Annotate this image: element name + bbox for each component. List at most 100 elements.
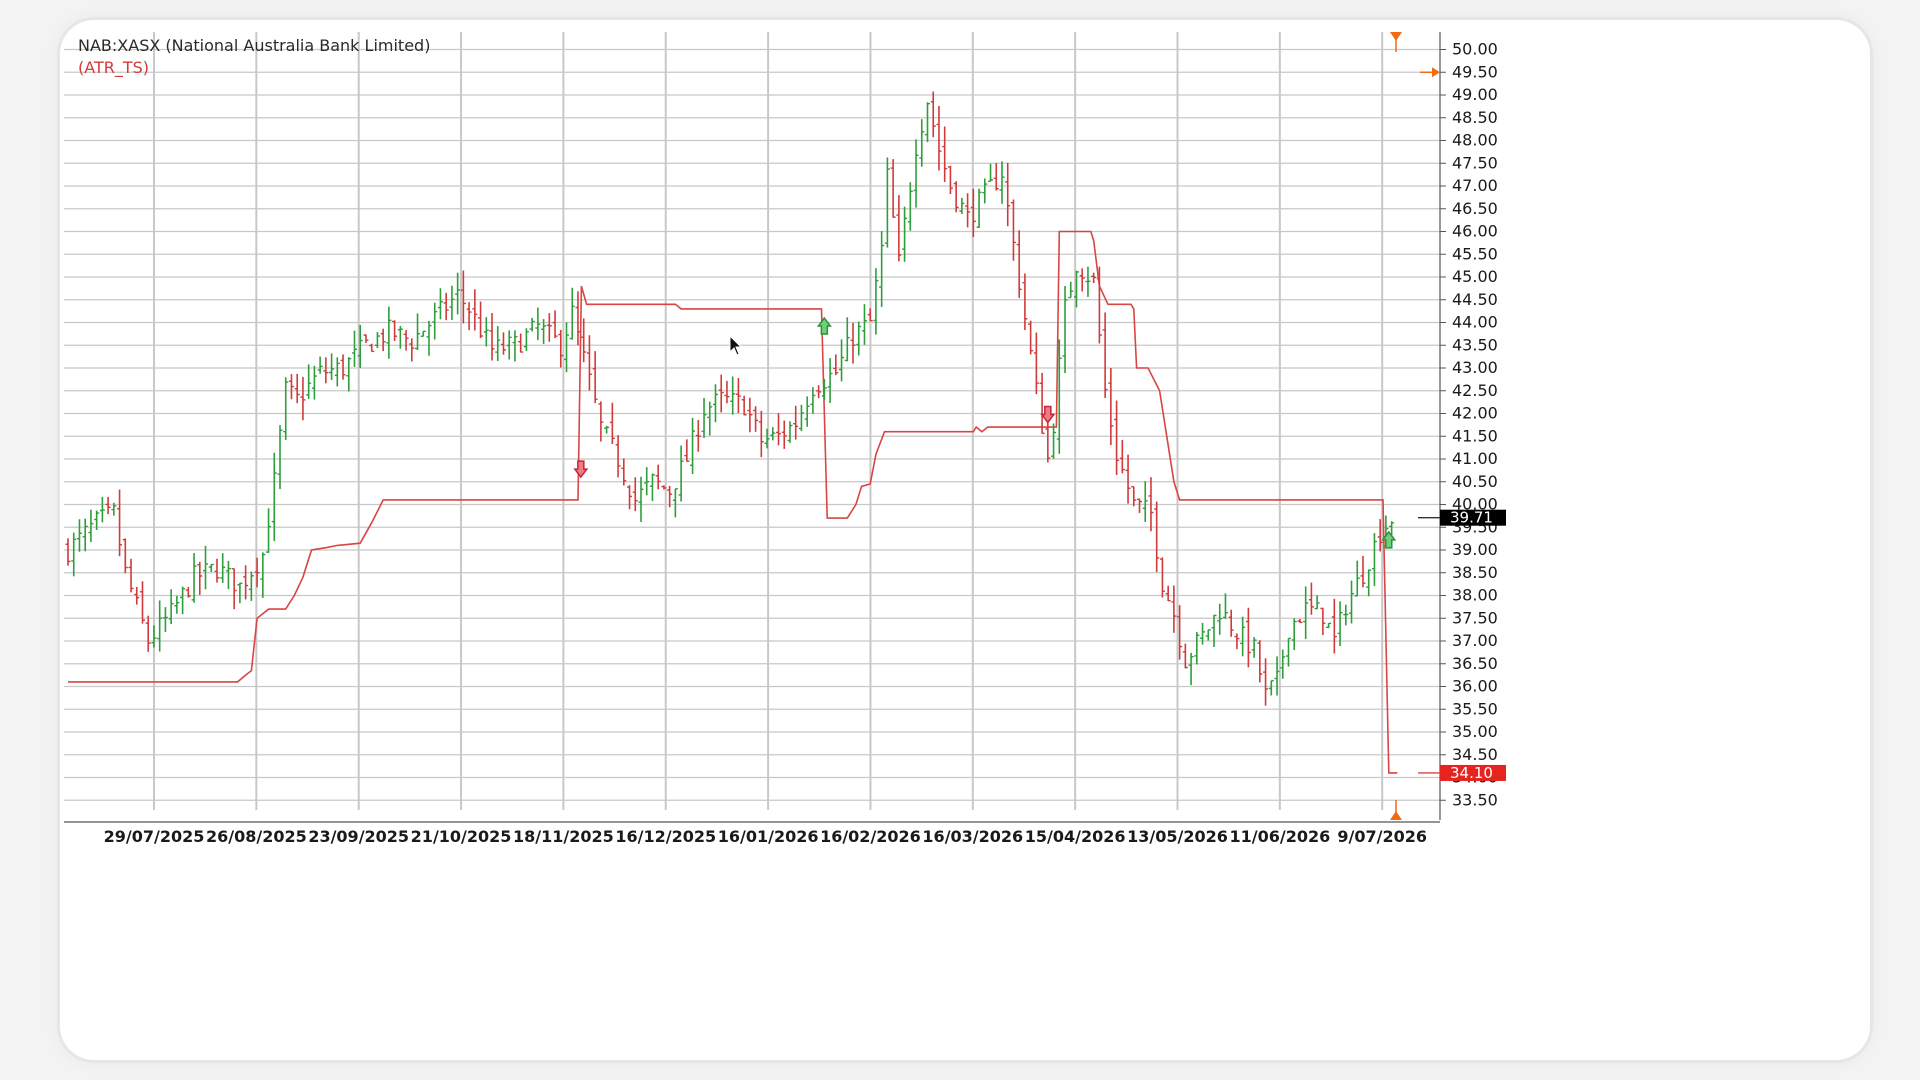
ohlc-bar bbox=[609, 402, 615, 445]
ohlc-bar bbox=[884, 157, 890, 248]
ohlc-bar bbox=[174, 595, 180, 614]
ohlc-bar bbox=[982, 178, 988, 204]
ohlc-bar bbox=[1182, 643, 1188, 669]
ohlc-bar bbox=[483, 317, 489, 347]
ohlc-bar bbox=[1125, 454, 1131, 504]
ohlc-bar bbox=[426, 320, 432, 356]
ohlc-bar bbox=[627, 485, 633, 510]
ohlc-bar bbox=[334, 357, 340, 387]
ohlc-bar bbox=[879, 231, 885, 308]
ohlc-bar bbox=[684, 439, 690, 462]
ohlc-bar bbox=[598, 401, 604, 442]
ohlc-bar bbox=[237, 582, 243, 604]
ohlc-bar bbox=[306, 364, 312, 399]
ohlc-bar bbox=[1085, 266, 1091, 297]
ohlc-bar bbox=[873, 268, 879, 335]
ohlc-bar bbox=[787, 421, 793, 443]
ohlc-bar bbox=[443, 292, 449, 321]
y-tick-label: 40.50 bbox=[1452, 472, 1498, 491]
ohlc-bar bbox=[151, 625, 157, 648]
ohlc-bar bbox=[615, 435, 621, 478]
ohlc-bar bbox=[352, 330, 357, 367]
ohlc-bar bbox=[804, 396, 810, 427]
ohlc-bar bbox=[1314, 595, 1320, 610]
x-tick-label: 23/09/2025 bbox=[308, 827, 409, 846]
ohlc-bar bbox=[403, 330, 409, 351]
ohlc-bar bbox=[1217, 603, 1223, 635]
y-tick-label: 45.50 bbox=[1452, 244, 1498, 263]
ohlc-bar bbox=[638, 476, 644, 522]
ohlc-bar bbox=[105, 496, 111, 515]
ohlc-bar bbox=[770, 427, 776, 441]
ohlc-bar bbox=[712, 384, 718, 423]
bottom-marker-icon bbox=[1390, 800, 1402, 820]
x-tick-label: 16/02/2026 bbox=[820, 827, 921, 846]
ohlc-bar bbox=[1268, 680, 1274, 696]
ohlc-bar bbox=[902, 206, 908, 262]
ohlc-bar bbox=[437, 288, 443, 320]
ohlc-bar bbox=[197, 561, 203, 595]
ohlc-bar bbox=[283, 377, 289, 440]
ohlc-bar bbox=[1308, 582, 1314, 615]
ohlc-bar bbox=[1022, 273, 1028, 331]
ohlc-bar bbox=[1154, 501, 1160, 573]
ohlc-bar bbox=[672, 488, 678, 518]
ohlc-bar bbox=[478, 301, 484, 339]
ohlc-bar bbox=[180, 586, 186, 615]
sell-signal-icon[interactable] bbox=[573, 460, 589, 479]
x-tick-label: 16/12/2025 bbox=[615, 827, 716, 846]
ohlc-bar bbox=[776, 413, 782, 446]
ohlc-bar bbox=[1211, 614, 1217, 647]
buy-signal-icon[interactable] bbox=[816, 316, 832, 335]
ohlc-bar bbox=[1349, 580, 1355, 624]
ohlc-bar bbox=[1171, 585, 1177, 633]
ohlc-bar bbox=[844, 317, 850, 362]
ohlc-bar bbox=[1114, 400, 1120, 476]
ohlc-bar bbox=[747, 397, 753, 433]
ohlc-bar bbox=[1263, 658, 1269, 706]
ohlc-bar bbox=[231, 568, 237, 610]
ohlc-bar bbox=[323, 357, 329, 384]
ohlc-bar bbox=[919, 119, 925, 167]
ohlc-bar bbox=[798, 404, 804, 432]
ohlc-bar bbox=[735, 378, 741, 414]
y-tick-label: 47.00 bbox=[1452, 176, 1498, 195]
ohlc-bar bbox=[1142, 481, 1148, 522]
ohlc-bar bbox=[311, 365, 317, 400]
ohlc-bar bbox=[225, 560, 231, 590]
ohlc-bar bbox=[254, 557, 260, 588]
y-tick-label: 49.00 bbox=[1452, 85, 1498, 104]
ohlc-bar bbox=[1016, 230, 1022, 298]
ohlc-bar bbox=[523, 328, 529, 351]
ohlc-bar bbox=[466, 302, 472, 331]
ohlc-bar bbox=[1331, 598, 1337, 654]
ohlc-bar bbox=[329, 353, 335, 380]
ohlc-bar bbox=[277, 425, 283, 490]
x-tick-label: 29/07/2025 bbox=[104, 827, 205, 846]
ohlc-bar bbox=[139, 581, 145, 624]
sell-signal-icon[interactable] bbox=[1040, 405, 1056, 424]
y-tick-label: 45.00 bbox=[1452, 267, 1498, 286]
ohlc-bar bbox=[529, 317, 535, 332]
y-tick-label: 36.50 bbox=[1452, 654, 1498, 673]
ohlc-bar bbox=[552, 310, 558, 339]
ohlc-bar bbox=[363, 334, 369, 343]
ohlc-bar bbox=[1205, 629, 1211, 641]
ohlc-bar bbox=[1165, 585, 1171, 602]
ohlc-bar bbox=[1354, 560, 1360, 597]
ohlc-bar bbox=[1303, 586, 1309, 640]
ohlc-bar bbox=[1159, 557, 1165, 598]
ohlc-bar bbox=[1028, 320, 1034, 355]
price-chart[interactable]: 50.00 49.50 49.00 48.50 48.00 47.50 47.00 46.50… bbox=[60, 20, 1870, 1060]
y-tick-label: 46.00 bbox=[1452, 222, 1498, 241]
ohlc-bar bbox=[564, 322, 570, 373]
ohlc-bar bbox=[816, 385, 822, 399]
ohlc-bar bbox=[1039, 372, 1045, 435]
ohlc-bar bbox=[896, 195, 902, 262]
ohlc-bar bbox=[288, 374, 294, 400]
ohlc-bar bbox=[214, 558, 220, 583]
ohlc-bar bbox=[386, 306, 392, 359]
ohlc-bar bbox=[1320, 607, 1326, 636]
svg-text:39.71: 39.71 bbox=[1450, 509, 1493, 527]
ohlc-bar bbox=[518, 333, 524, 353]
